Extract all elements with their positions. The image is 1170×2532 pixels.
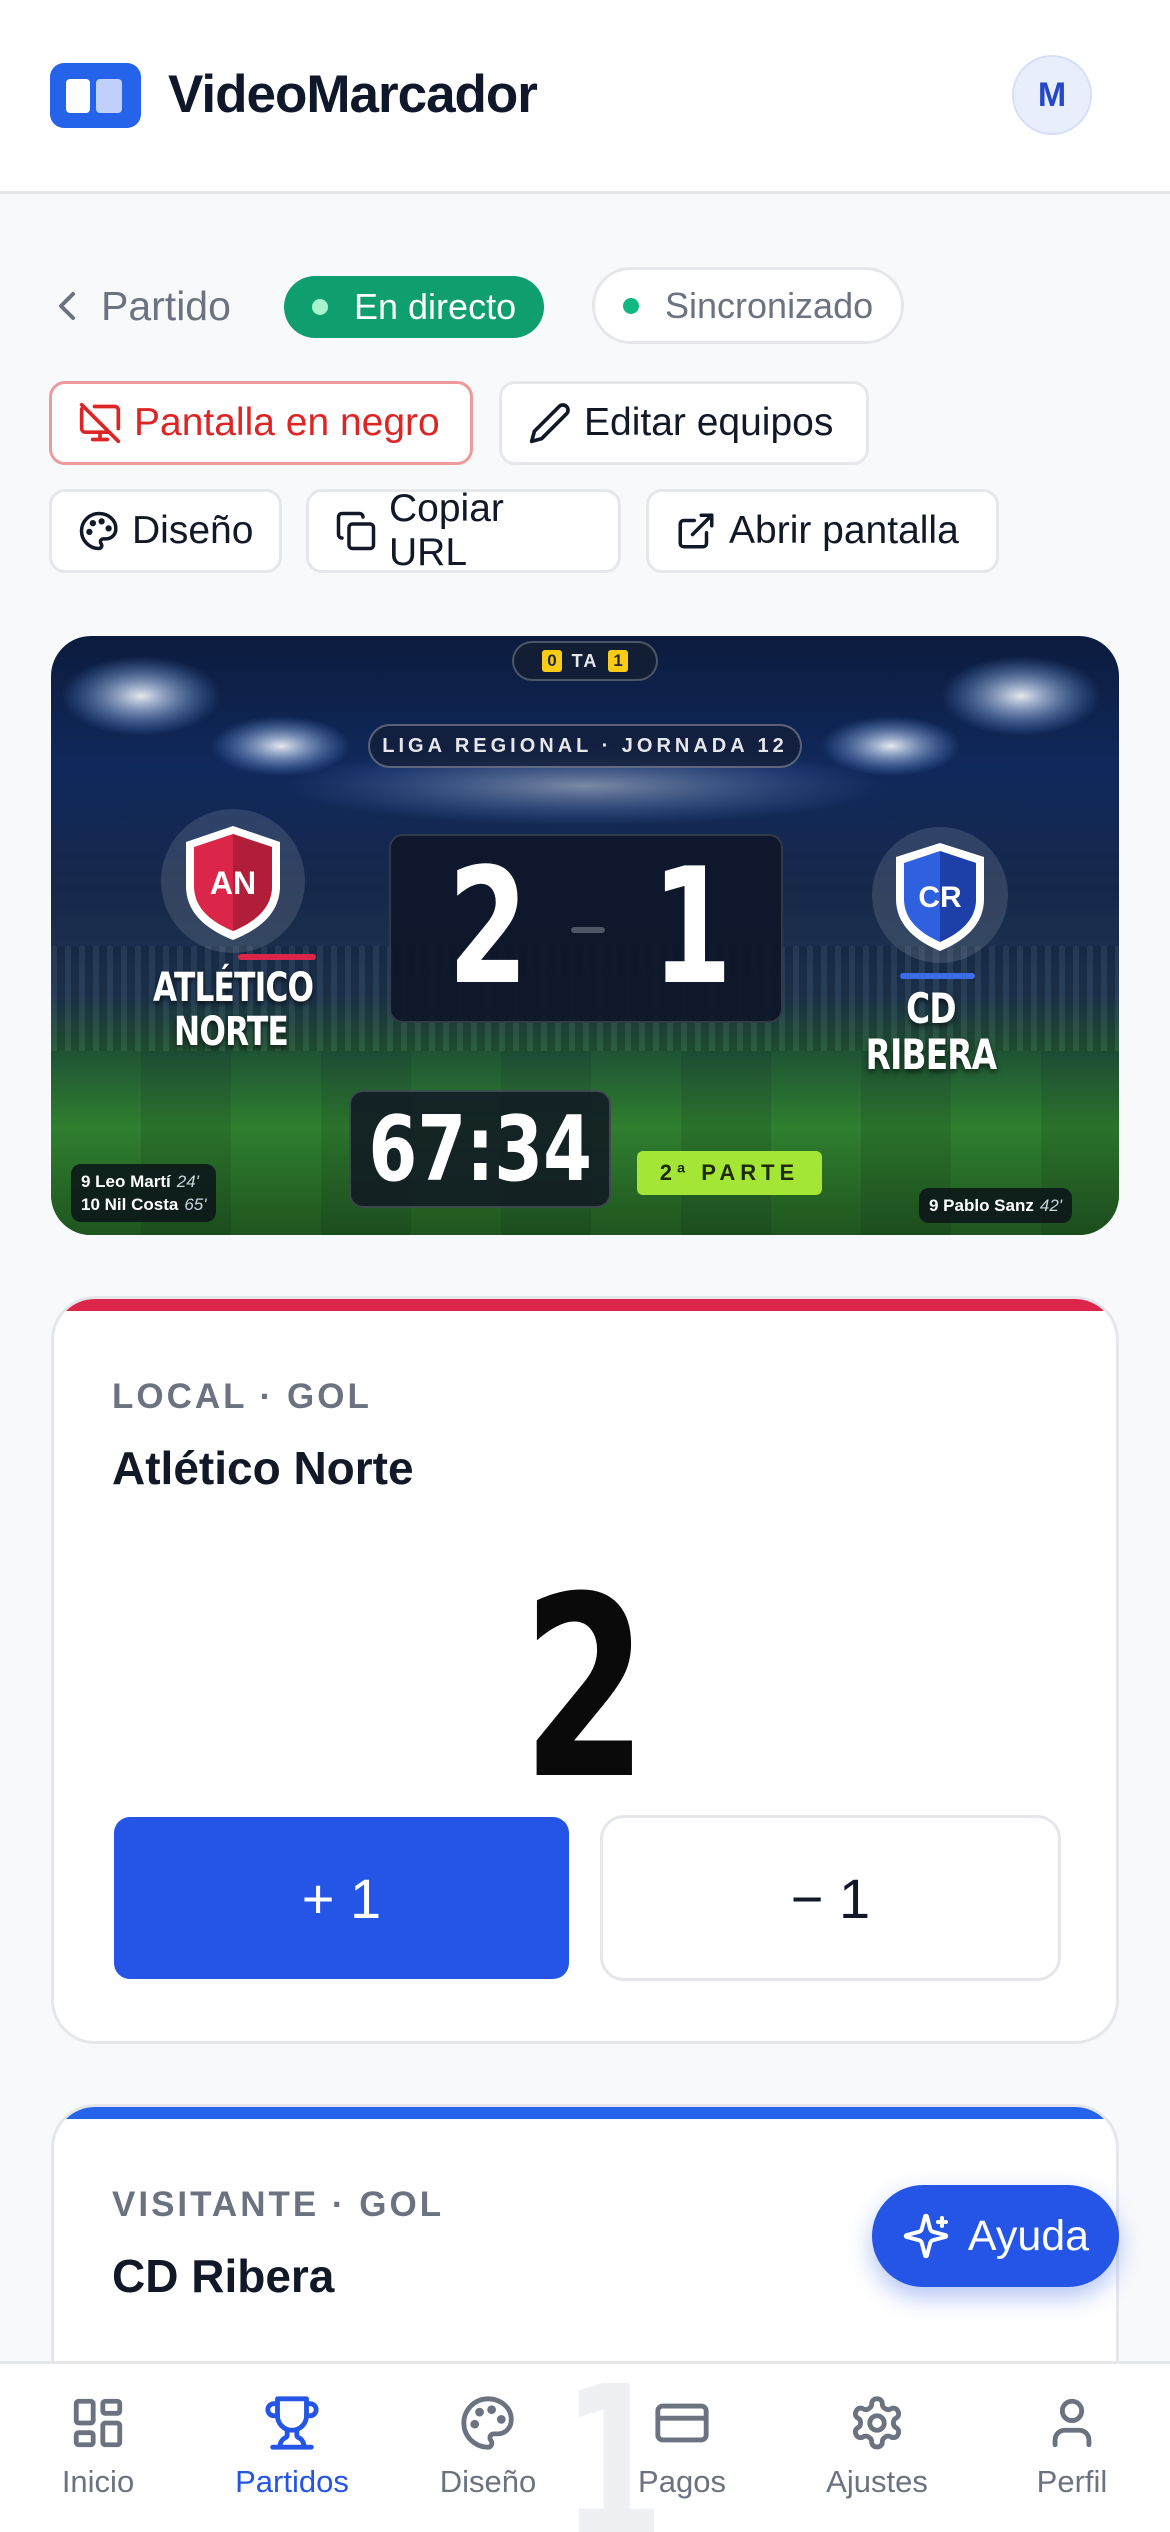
timeouts-home: 0 [542, 650, 562, 672]
nav-item-partidos[interactable]: Partidos [202, 2364, 382, 2532]
home-team-name: ATLÉTICO NORTE [153, 965, 314, 1055]
home-color-bar [238, 954, 316, 960]
sync-status-badge: Sincronizado [592, 267, 905, 344]
bottom-nav: 1 Inicio Partidos Diseño Pagos Ajustes P… [0, 2359, 1170, 2532]
away-crest-abbr: CR [918, 881, 962, 914]
design-button[interactable]: Diseño [49, 489, 282, 573]
home-card-accent [54, 1299, 1116, 1311]
open-screen-button[interactable]: Abrir pantalla [646, 489, 999, 573]
external-link-icon [678, 513, 714, 549]
home-plus-one-button[interactable]: + 1 [114, 1817, 569, 1979]
sparkles-icon [903, 2213, 949, 2259]
back-label: Partido [101, 282, 231, 329]
scorer-name: 10 Nil Costa [81, 1195, 179, 1214]
home-card-kicker: LOCAL · GOL [112, 1377, 372, 1416]
match-clock-value: 67:34 [368, 1096, 592, 1202]
away-card-team: CD Ribera [112, 2250, 335, 2302]
away-card-accent [54, 2107, 1116, 2119]
copy-url-label: Copiar URL [389, 487, 504, 574]
timeouts-label: TA [571, 650, 599, 671]
home-team-name-line1: ATLÉTICO [153, 965, 314, 1011]
scorer-row: 10 Nil Costa 65' [81, 1193, 206, 1216]
home-card-score: 2 [54, 1559, 1116, 1819]
home-crest-icon: AN [161, 809, 305, 953]
live-status-badge: En directo [284, 276, 545, 338]
away-score: 1 [651, 833, 733, 1020]
nav-label: Inicio [61, 2464, 135, 2499]
app-title: VideoMarcador [168, 65, 538, 124]
grid-icon [73, 2398, 123, 2448]
match-clock: 67:34 [349, 1090, 611, 1208]
timeouts-indicator: 0 TA 1 [512, 641, 658, 681]
home-crest-abbr: AN [210, 865, 256, 901]
palette-icon [79, 511, 118, 551]
design-label: Diseño [132, 509, 254, 552]
scorer-name: 9 Leo Martí [81, 1172, 171, 1191]
monitor-off-icon [79, 402, 121, 444]
trophy-icon [265, 2396, 319, 2450]
scorer-minute: 65' [184, 1195, 207, 1214]
home-minus-one-button[interactable]: − 1 [600, 1815, 1061, 1981]
palette-icon [461, 2396, 514, 2450]
open-screen-label: Abrir pantalla [729, 509, 959, 552]
edit-teams-button[interactable]: Editar equipos [499, 381, 869, 465]
pencil-icon [529, 403, 570, 444]
scorer-row: 9 Leo Martí 24' [81, 1170, 206, 1193]
home-card-score-value: 2 [522, 1543, 648, 1834]
black-screen-label: Pantalla en negro [134, 401, 440, 444]
home-card-team: Atlético Norte [112, 1442, 414, 1494]
nav-item-diseno[interactable]: Diseño [398, 2364, 578, 2532]
help-label: Ayuda [967, 2211, 1090, 2260]
score-separator [571, 927, 605, 933]
nav-item-inicio[interactable]: Inicio [8, 2364, 188, 2532]
chevron-left-icon [59, 292, 75, 320]
scorer-minute: 42' [1039, 1196, 1063, 1215]
away-crest-icon: CR [872, 827, 1008, 963]
app-header: VideoMarcador M [0, 0, 1170, 194]
scorer-minute: 24' [176, 1172, 199, 1191]
scorer-name: 9 Pablo Sanz [929, 1196, 1034, 1215]
home-score: 2 [447, 833, 529, 1020]
black-screen-button[interactable]: Pantalla en negro [49, 381, 473, 465]
score-panel: 2 1 [389, 834, 783, 1023]
period-badge: 2ª PARTE [637, 1151, 822, 1195]
edit-teams-label: Editar equipos [584, 401, 834, 444]
league-label: LIGA REGIONAL · JORNADA 12 [368, 724, 802, 768]
help-button[interactable]: Ayuda [872, 2185, 1119, 2287]
scorer-row: 9 Pablo Sanz 42' [929, 1194, 1062, 1217]
app-logo-icon [50, 63, 141, 128]
back-link[interactable]: Partido [55, 270, 231, 342]
nav-label: Perfil [1036, 2464, 1108, 2499]
timeouts-away: 1 [608, 650, 628, 672]
nav-label: Partidos [235, 2464, 349, 2499]
copy-icon [336, 511, 376, 551]
home-scorers: 9 Leo Martí 24' 10 Nil Costa 65' [71, 1164, 217, 1222]
nav-item-perfil[interactable]: Perfil [982, 2364, 1162, 2532]
card-icon [655, 2403, 709, 2443]
avatar[interactable]: M [1012, 55, 1092, 135]
nav-label: Diseño [439, 2464, 537, 2499]
sync-label: Sincronizado [665, 284, 874, 326]
live-dot-icon [312, 299, 328, 315]
away-card-kicker: VISITANTE · GOL [112, 2185, 445, 2224]
nav-label: Ajustes [826, 2464, 928, 2499]
nav-label: Pagos [638, 2464, 726, 2499]
gear-icon [852, 2396, 902, 2450]
live-label: En directo [354, 286, 517, 327]
scoreboard-preview: 0 TA 1 LIGA REGIONAL · JORNADA 12 AN ATL… [51, 636, 1119, 1235]
sync-dot-icon [623, 297, 639, 314]
copy-url-button[interactable]: Copiar URL [306, 487, 621, 574]
home-goal-card: LOCAL · GOL Atlético Norte 2 + 1 − 1 [51, 1296, 1119, 2044]
away-team-name: CD RIBERA [865, 984, 997, 1079]
nav-item-ajustes[interactable]: Ajustes [787, 2364, 967, 2532]
away-color-bar [900, 973, 975, 979]
user-icon [1052, 2398, 1092, 2448]
home-team-name-line2: NORTE [174, 1009, 289, 1055]
nav-item-pagos[interactable]: Pagos [592, 2364, 772, 2532]
away-scorers: 9 Pablo Sanz 42' [919, 1188, 1073, 1223]
